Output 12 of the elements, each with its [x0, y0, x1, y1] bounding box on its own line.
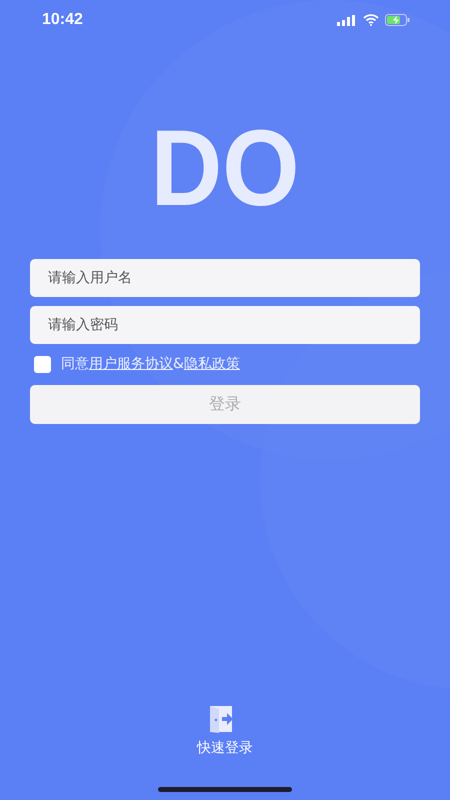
- username-field[interactable]: 请输入用户名: [30, 259, 420, 297]
- battery-icon: [385, 14, 410, 26]
- logo: DO: [150, 114, 300, 222]
- agreement-checkbox[interactable]: [34, 356, 51, 372]
- wifi-icon: [363, 14, 379, 26]
- terms-link[interactable]: 用户服务协议: [89, 356, 173, 372]
- privacy-link[interactable]: 隐私政策: [184, 356, 240, 372]
- quick-login-link[interactable]: 快速登录: [197, 739, 253, 757]
- signal-icon: [337, 14, 357, 26]
- password-field[interactable]: 请输入密码: [30, 306, 420, 344]
- status-time: 10:42: [42, 11, 83, 29]
- agreement-text: 同意用户服务协议&隐私政策: [61, 355, 240, 373]
